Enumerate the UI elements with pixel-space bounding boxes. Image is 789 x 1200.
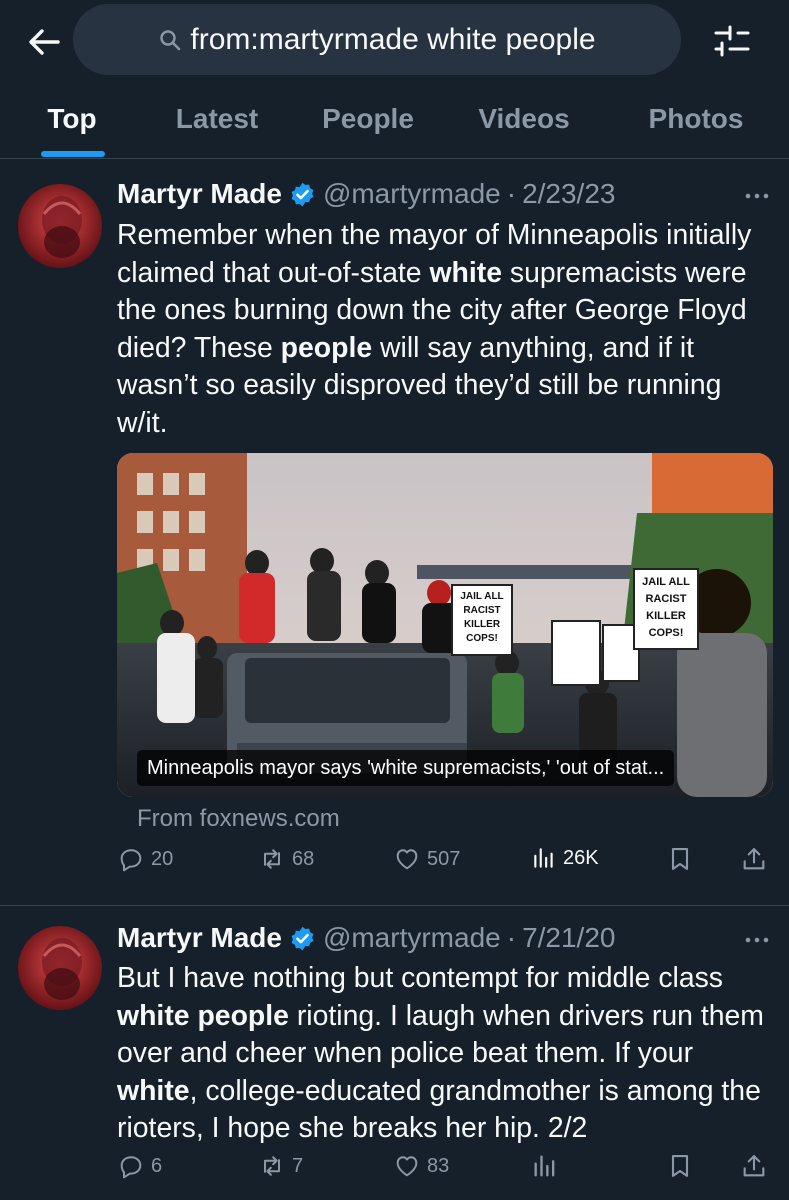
like-button[interactable]: 83 [393,1152,449,1180]
user-handle[interactable]: @martyrmade [323,922,501,954]
views-icon [534,1155,555,1177]
more-icon [745,937,769,943]
search-filter-button[interactable] [713,22,751,60]
reply-count: 20 [151,847,174,870]
like-icon [396,1156,418,1177]
tweet-text: Remember when the mayor of Minneapolis i… [117,219,752,439]
tweet-header: Martyr Made @martyrmade · 2/23/23 [117,178,615,210]
reply-count: 6 [151,1154,163,1177]
back-button[interactable] [24,22,64,62]
link-card-source[interactable]: From foxnews.com [137,805,340,833]
link-card-image: JAIL ALL RACIST KILLER COPS! JAIL ALL RA… [117,453,773,797]
share-icon [743,1155,765,1177]
back-arrow-icon [29,29,60,55]
reply-icon [120,1156,142,1179]
tweet-actions: 6 7 83 [0,1152,789,1192]
sign-text-8: COPS! [649,627,684,639]
retweet-count: 7 [292,1154,304,1177]
display-name[interactable]: Martyr Made [117,178,282,210]
bookmark-icon [671,1155,689,1177]
filter-sliders-icon [714,25,750,57]
more-options-button[interactable] [740,186,774,206]
retweet-button[interactable]: 68 [258,845,314,873]
reply-button[interactable]: 6 [117,1152,162,1180]
retweet-button[interactable]: 7 [258,1152,303,1180]
sign-text-5: JAIL ALL [642,576,690,588]
more-icon [745,193,769,199]
tab-photos[interactable]: Photos [649,96,744,158]
tab-latest[interactable]: Latest [176,96,258,158]
tab-videos[interactable]: Videos [478,96,569,158]
like-button[interactable]: 507 [393,845,460,873]
search-icon [160,29,181,50]
tab-top[interactable]: Top [47,96,96,158]
meta-separator: · [506,178,517,209]
view-count: 26K [563,846,599,869]
views-button[interactable]: 26K [531,845,599,871]
tweet-actions: 20 68 507 26K [0,845,789,885]
search-term-highlight: white people [117,999,289,1032]
sign-text-1: JAIL ALL [460,591,503,602]
bookmark-button[interactable] [666,1152,700,1180]
search-query: from:martyrmade white people [190,22,596,56]
like-count: 83 [427,1154,450,1177]
sign-text-4: COPS! [466,633,498,644]
bookmark-button[interactable] [666,845,700,873]
views-button[interactable] [531,1152,565,1180]
share-icon [743,848,765,870]
sign-text-7: KILLER [646,610,686,622]
active-tab-indicator [41,151,105,157]
tweet-date[interactable]: 2/23/23 [522,178,615,210]
display-name[interactable]: Martyr Made [117,922,282,954]
retweet-icon [264,849,280,869]
search-term-highlight: white [429,256,503,289]
share-button[interactable] [740,845,774,873]
bookmark-icon [671,848,689,870]
share-button[interactable] [740,1152,774,1180]
link-card-caption: Minneapolis mayor says 'white supremacis… [137,750,675,786]
verified-badge-icon [291,926,314,950]
sign-text-3: KILLER [464,619,501,630]
tweet-text: But I have nothing but contempt for midd… [117,962,764,1144]
avatar-image [18,184,102,268]
search-input[interactable]: from:martyrmade white people [73,4,681,75]
user-handle[interactable]: @martyrmade [323,178,501,210]
sign-text-6: RACIST [646,593,687,605]
tweet-date[interactable]: 7/21/20 [522,922,615,954]
meta-separator: · [506,922,517,953]
retweet-icon [264,1156,280,1176]
tweet-header: Martyr Made @martyrmade · 7/21/20 [117,922,615,954]
search-tabs: Top Latest People Videos Photos [0,96,789,158]
search-term-highlight: people [280,331,373,364]
like-count: 507 [427,847,461,870]
retweet-count: 68 [292,847,315,870]
search-header: from:martyrmade white people Top Latest … [0,0,789,160]
reply-button[interactable]: 20 [117,845,173,873]
views-icon [534,848,553,868]
sign-text-2: RACIST [463,605,500,616]
tab-people[interactable]: People [322,96,414,158]
avatar[interactable] [18,926,102,1010]
header-divider [0,158,789,159]
like-icon [396,849,418,870]
reply-icon [120,849,142,872]
link-card[interactable]: JAIL ALL RACIST KILLER COPS! JAIL ALL RA… [117,453,773,797]
avatar[interactable] [18,184,102,268]
search-term-highlight: white [117,1074,190,1107]
more-options-button[interactable] [740,930,774,950]
verified-badge-icon [291,182,314,206]
avatar-image [18,926,102,1010]
tweet-divider [0,905,789,906]
